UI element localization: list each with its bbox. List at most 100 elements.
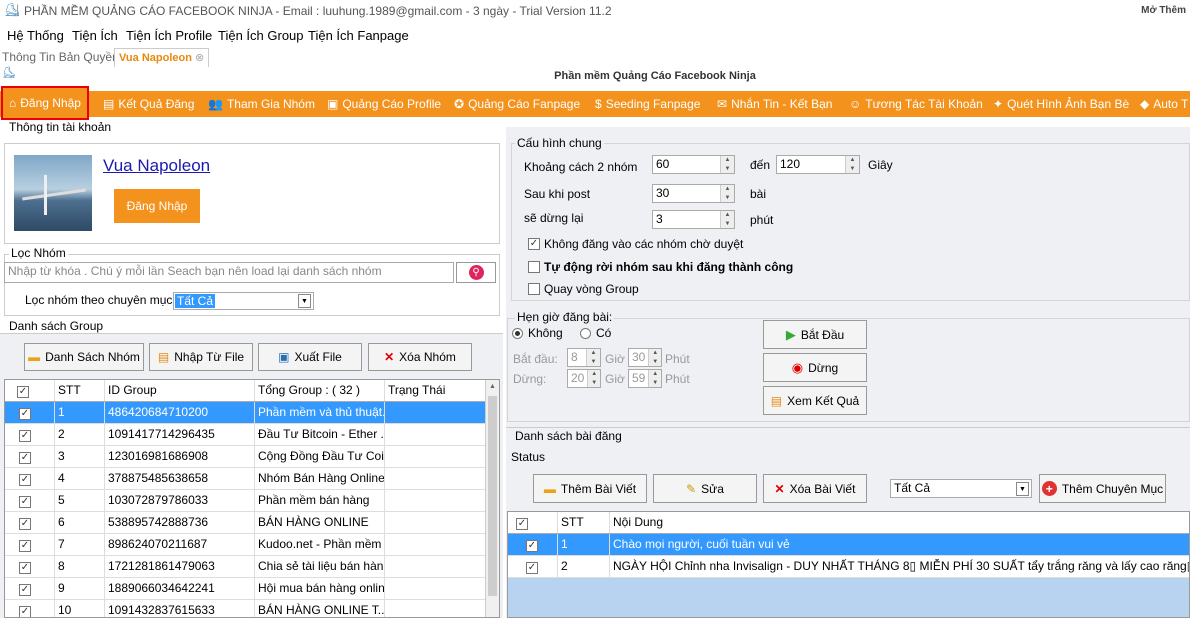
- row-checkbox[interactable]: ✓: [19, 562, 31, 574]
- row-stt: 2: [55, 424, 105, 445]
- row-stt: 1: [558, 534, 610, 555]
- table-row[interactable]: ✓ 8 1721281861479063 Chia sẻ tài liệu bán h…: [5, 556, 485, 578]
- table-row[interactable]: ✓ 1 486420684710200 Phần mềm và thủ thuật..…: [5, 402, 485, 424]
- more-button[interactable]: Mở Thêm: [1141, 5, 1186, 16]
- row-status: [385, 512, 485, 533]
- option-auto-leave[interactable]: Tự động rời nhóm sau khi đăng thành công: [528, 260, 793, 274]
- row-checkbox[interactable]: ✓: [19, 408, 31, 420]
- start-button[interactable]: ▶ Bắt Đầu: [763, 320, 867, 349]
- table-row[interactable]: ✓ 4 378875485638658 Nhóm Bán Hàng Online: [5, 468, 485, 490]
- stop-minute-stepper[interactable]: 59 ▲ ▼: [628, 369, 662, 388]
- post-unit-label: bài: [750, 187, 767, 201]
- scroll-up-icon[interactable]: ▲: [486, 380, 499, 394]
- skip-pending-checkbox[interactable]: ✓: [528, 238, 540, 250]
- start-hour-stepper[interactable]: 8 ▲ ▼: [567, 348, 601, 367]
- table-row[interactable]: ✓ 5 103072879786033 Phần mềm bán hàng: [5, 490, 485, 512]
- tab-license-info[interactable]: Thông Tin Bản Quyền: [2, 50, 119, 64]
- stop-hour-stepper[interactable]: 20 ▲ ▼: [567, 369, 601, 388]
- toolbar-seeding-fanpage[interactable]: $ Seeding Fanpage: [595, 91, 700, 117]
- row-status: [385, 402, 485, 423]
- login-button[interactable]: Đăng Nhập: [114, 189, 200, 223]
- row-checkbox[interactable]: ✓: [19, 430, 31, 442]
- menu-tien-ich[interactable]: Tiện Ích: [72, 28, 118, 43]
- row-stt: 3: [55, 446, 105, 467]
- toolbar-tuong-tac-tai-khoan[interactable]: ☺ Tương Tác Tài Khoản: [849, 91, 983, 117]
- tab-account[interactable]: Vua Napoleon ⊗: [114, 48, 210, 67]
- delete-group-button[interactable]: ✕ Xóa Nhóm: [368, 343, 472, 371]
- start-time-label: Bắt đầu:: [513, 352, 558, 366]
- row-checkbox[interactable]: ✓: [19, 518, 31, 530]
- group-search-input[interactable]: Nhập từ khóa . Chú ý mỗi lần Seach bạn n…: [4, 262, 454, 283]
- start-minute-stepper[interactable]: 30 ▲ ▼: [628, 348, 662, 367]
- row-stt: 2: [558, 556, 610, 577]
- menu-tien-ich-fanpage[interactable]: Tiện Ích Fanpage: [308, 28, 409, 43]
- plus-icon: +: [1041, 481, 1057, 496]
- toolbar-tham-gia-nhom[interactable]: 👥 Tham Gia Nhóm: [208, 91, 315, 117]
- auto-leave-checkbox[interactable]: [528, 261, 540, 273]
- account-name-link[interactable]: Vua Napoleon: [103, 156, 210, 176]
- gap-to-stepper[interactable]: 120 ▲ ▼: [776, 155, 860, 174]
- table-row[interactable]: ✓ 10 1091432837615633 BÁN HÀNG ONLINE T...: [5, 600, 485, 617]
- add-post-button[interactable]: ▬ Thêm Bài Viết: [533, 474, 647, 503]
- stop-button[interactable]: ◉ Dừng: [763, 353, 867, 382]
- row-checkbox[interactable]: ✓: [19, 474, 31, 486]
- app-title: Phần mềm Quảng Cáo Facebook Ninja: [554, 70, 756, 82]
- table-row[interactable]: ✓ 1 Chào mọi người, cuối tuần vui vẻ: [508, 534, 1189, 556]
- row-stt: 4: [55, 468, 105, 489]
- toolbar-quang-cao-profile[interactable]: ▣ Quảng Cáo Profile: [327, 91, 441, 117]
- row-status: [385, 490, 485, 511]
- row-checkbox[interactable]: ✓: [526, 562, 538, 574]
- row-group-id: 1091432837615633: [105, 600, 255, 617]
- pause-stepper[interactable]: 3 ▲ ▼: [652, 210, 735, 229]
- add-category-button[interactable]: + Thêm Chuyên Mục: [1039, 474, 1166, 503]
- import-icon: ▤: [157, 350, 170, 364]
- view-result-button[interactable]: ▤ Xem Kết Quả: [763, 386, 867, 415]
- gap-from-stepper[interactable]: 60 ▲ ▼: [652, 155, 735, 174]
- menu-tien-ich-profile[interactable]: Tiện Ích Profile: [126, 28, 212, 43]
- group-scrollbar[interactable]: ▲: [485, 380, 499, 617]
- rotate-group-checkbox[interactable]: [528, 283, 540, 295]
- table-row[interactable]: ✓ 3 123016981686908 Cộng Đồng Đầu Tư Coin: [5, 446, 485, 468]
- close-icon[interactable]: ⊗: [195, 52, 204, 64]
- row-checkbox[interactable]: ✓: [526, 540, 538, 552]
- menu-tien-ich-group[interactable]: Tiện Ích Group: [218, 28, 304, 43]
- table-row[interactable]: ✓ 2 NGÀY HỘI Chỉnh nha Invisalign - DUY NH…: [508, 556, 1189, 578]
- row-checkbox[interactable]: ✓: [19, 606, 31, 617]
- table-row[interactable]: ✓ 7 898624070211687 Kudoo.net - Phần mềm ..…: [5, 534, 485, 556]
- posts-select-all-checkbox[interactable]: ✓: [516, 518, 528, 530]
- toolbar-quang-cao-fanpage[interactable]: ✪ Quảng Cáo Fanpage: [454, 91, 580, 117]
- row-group-id: 378875485638658: [105, 468, 255, 489]
- list-groups-button[interactable]: ▬ Danh Sách Nhóm: [24, 343, 144, 371]
- post-category-select[interactable]: Tất Cả ▼: [890, 479, 1032, 498]
- table-row[interactable]: ✓ 6 538895742888736 BÁN HÀNG ONLINE: [5, 512, 485, 534]
- row-checkbox[interactable]: ✓: [19, 540, 31, 552]
- import-file-button[interactable]: ▤ Nhập Từ File: [149, 343, 253, 371]
- export-file-button[interactable]: ▣ Xuất File: [258, 343, 362, 371]
- edit-post-button[interactable]: ✎ Sửa: [653, 474, 757, 503]
- table-row[interactable]: ✓ 2 1091417714296435 Đầu Tư Bitcoin - Ether…: [5, 424, 485, 446]
- row-checkbox[interactable]: ✓: [19, 496, 31, 508]
- option-skip-pending[interactable]: ✓ Không đăng vào các nhóm chờ duyệt: [528, 237, 743, 251]
- tag-icon: ◆: [1140, 97, 1150, 111]
- schedule-yes-radio[interactable]: Có: [580, 326, 611, 340]
- schedule-no-radio[interactable]: Không: [512, 326, 563, 340]
- select-all-checkbox[interactable]: ✓: [17, 386, 29, 398]
- toolbar-nhan-tin-ket-ban[interactable]: ✉ Nhắn Tin - Kết Bạn: [717, 91, 832, 117]
- delete-post-button[interactable]: ✕ Xóa Bài Viết: [763, 474, 867, 503]
- toolbar-auto[interactable]: ◆ Auto T: [1140, 91, 1188, 117]
- row-content: Chào mọi người, cuối tuần vui vẻ: [613, 537, 790, 551]
- table-row[interactable]: ✓ 9 1889066034642241 Hội mua bán hàng onlin…: [5, 578, 485, 600]
- scroll-thumb[interactable]: [488, 396, 497, 596]
- after-post-stepper[interactable]: 30 ▲ ▼: [652, 184, 735, 203]
- toolbar-dang-nhap[interactable]: ⌂ Đăng Nhập: [1, 86, 89, 120]
- row-checkbox[interactable]: ✓: [19, 584, 31, 596]
- delete-icon: ✕: [774, 481, 785, 496]
- option-rotate-group[interactable]: Quay vòng Group: [528, 282, 639, 296]
- menu-he-thong[interactable]: Hệ Thống: [7, 28, 64, 43]
- topic-filter-select[interactable]: Tất Cả ▼: [173, 292, 314, 310]
- toolbar-quet-hinh-anh[interactable]: ✦ Quét Hình Ảnh Bạn Bè: [993, 91, 1129, 117]
- home-icon: ⌂: [9, 96, 17, 110]
- row-checkbox[interactable]: ✓: [19, 452, 31, 464]
- toolbar-ket-qua-dang[interactable]: ▤ Kết Quả Đăng: [103, 91, 194, 117]
- search-button[interactable]: ⚲: [456, 262, 496, 283]
